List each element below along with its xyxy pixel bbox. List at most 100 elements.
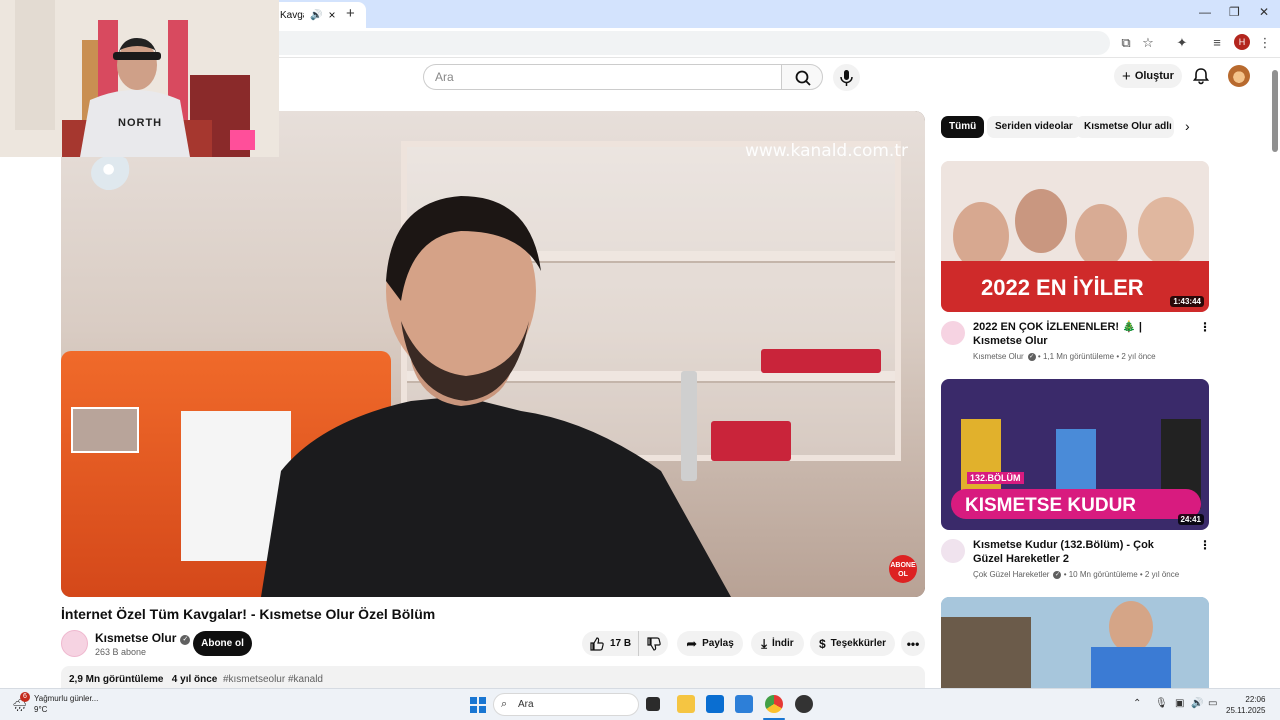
thumbs-down-icon [646, 636, 661, 651]
recommendation-views: 1,1 Mn görüntüleme [1042, 352, 1115, 361]
clock-date: 25.11.2025 [1226, 706, 1266, 715]
more-vertical-icon[interactable]: ⋮ [1199, 538, 1211, 552]
recommendation-channel-avatar[interactable] [941, 321, 965, 345]
like-count: 17 B [609, 638, 632, 649]
subscriber-count: 263 B abone [95, 647, 147, 657]
recommendation-meta: Kısmetse Olur ✓ • 1,1 Mn görüntüleme • 2 … [973, 352, 1156, 361]
file-explorer-icon[interactable] [677, 695, 695, 713]
obs-icon[interactable] [795, 695, 813, 713]
chevron-right-icon[interactable]: › [1185, 118, 1190, 134]
thumbnail-art [941, 597, 1209, 688]
share-icon: ➦ [686, 635, 698, 651]
thumbnail-badge: 132.BÖLÜM [967, 472, 1024, 484]
recommendation-thumbnail[interactable]: 132.BÖLÜM KISMETSE KUDUR 24:41 [941, 379, 1209, 530]
video-player[interactable]: www.kanald.com.tr ABONE OL [61, 111, 925, 597]
more-vertical-icon[interactable]: ⋮ [1199, 320, 1211, 334]
recommendation-thumbnail[interactable] [941, 597, 1209, 688]
recommendation-title[interactable]: Kısmetse Kudur (132.Bölüm) - Çok Güzel H… [973, 538, 1183, 566]
create-button[interactable]: + Oluştur [1114, 64, 1182, 88]
minimize-icon[interactable]: — [1199, 5, 1211, 19]
chrome-icon[interactable] [765, 695, 783, 713]
channel-name-row[interactable]: Kısmetse Olur ✓ [95, 631, 191, 645]
thumbnail-text: 2022 EN İYİLER [981, 275, 1144, 300]
subscribe-button[interactable]: Abone ol [193, 631, 252, 656]
thanks-icon: $ [818, 636, 826, 651]
taskbar-search[interactable]: ⌕ Ara [493, 693, 639, 716]
dislike-button[interactable] [638, 631, 668, 656]
verified-check-icon: ✓ [1027, 353, 1036, 361]
recommendation-views: 10 Mn görüntüleme [1068, 570, 1138, 579]
recommendation-channel[interactable]: Kısmetse Olur [973, 352, 1024, 361]
recommendation-title[interactable]: 2022 EN ÇOK İZLENENLER! 🎄 | Kısmetse Olu… [973, 320, 1183, 348]
recommendation-channel-avatar[interactable] [941, 539, 965, 563]
webcam-shirt-text: NORTH [118, 117, 163, 129]
video-person [261, 196, 731, 597]
webcam-scene [0, 0, 279, 157]
chip-channel-videos[interactable]: Kısmetse Olur adlı yü [1076, 116, 1174, 138]
recommendation-age: 2 yıl önce [1121, 352, 1156, 361]
bookmark-star-icon[interactable]: ☆ [1139, 34, 1157, 52]
video-duration: 24:41 [1177, 514, 1204, 525]
recommendation-age: 2 yıl önce [1144, 570, 1180, 579]
plus-icon: + [1122, 67, 1131, 85]
clock-time: 22:06 [1245, 695, 1266, 704]
profile-avatar[interactable]: H [1234, 34, 1250, 50]
view-count: 2,9 Mn görüntüleme [69, 674, 164, 685]
search-button[interactable] [781, 64, 823, 90]
download-label: İndir [772, 638, 794, 649]
verified-check-icon: ✓ [180, 635, 191, 645]
video-duration: 1:43:44 [1170, 296, 1204, 307]
new-tab-button[interactable]: + [346, 5, 355, 22]
restore-icon[interactable]: ❐ [1229, 5, 1240, 19]
battery-icon[interactable]: ▭ [1208, 698, 1217, 709]
share-button[interactable]: ➦ Paylaş [677, 631, 743, 656]
user-avatar[interactable] [1228, 65, 1250, 87]
thumbnail-text: KISMETSE KUDUR [965, 495, 1137, 516]
chevron-up-icon[interactable]: ⌃ [1133, 698, 1141, 709]
windows-taskbar: 🌧 6 Yağmurlu günler... 9°C ⌕ Ara ⌃ 🎙 ▣ 🔊… [0, 688, 1280, 720]
recommendation-thumbnail[interactable]: 2022 EN İYİLER 1:43:44 [941, 161, 1209, 312]
task-view-icon[interactable] [646, 697, 660, 711]
download-icon: ⤓ [761, 635, 768, 651]
notifications-bell-icon[interactable] [1191, 66, 1211, 86]
channel-name[interactable]: Kısmetse Olur [95, 631, 176, 645]
close-tab-icon[interactable]: × [328, 8, 335, 22]
mail-icon[interactable] [735, 695, 753, 713]
share-label: Paylaş [702, 638, 734, 649]
like-button[interactable]: 17 B [582, 631, 638, 656]
thumbs-up-icon [590, 636, 604, 651]
network-icon[interactable]: ▣ [1175, 698, 1184, 709]
recommendation-meta: Çok Güzel Hareketler ✓ • 10 Mn görüntülem… [973, 570, 1180, 579]
weather-widget[interactable]: Yağmurlu günler... 9°C [34, 693, 98, 715]
channel-avatar[interactable] [61, 630, 88, 657]
microphone-tray-icon[interactable]: 🎙 [1155, 698, 1168, 709]
media-control-icon[interactable]: ≡ [1208, 34, 1226, 52]
thanks-button[interactable]: $ Teşekkürler [810, 631, 895, 656]
volume-icon[interactable]: 🔊 [1191, 698, 1203, 709]
store-icon[interactable] [706, 695, 724, 713]
more-actions-button[interactable]: ••• [901, 631, 925, 656]
extensions-icon[interactable]: ✦ [1173, 34, 1191, 52]
browser-menu-icon[interactable]: ⋮ [1256, 34, 1274, 52]
video-photo [71, 407, 139, 453]
windows-start-icon[interactable] [470, 697, 486, 713]
recommendation-channel[interactable]: Çok Güzel Hareketler [973, 570, 1049, 579]
tab-title: Kavgalar [280, 9, 304, 21]
chip-all[interactable]: Tümü [941, 116, 985, 138]
abone-ol-badge[interactable]: ABONE OL [889, 555, 917, 583]
install-icon[interactable]: ⧉ [1117, 34, 1135, 52]
download-button[interactable]: ⤓ İndir [751, 631, 804, 656]
close-window-icon[interactable]: ✕ [1259, 5, 1269, 19]
speaker-icon[interactable]: 🔊 [310, 10, 322, 21]
chip-series-videos[interactable]: Seriden videolar [987, 116, 1081, 138]
weather-temperature: 9°C [34, 705, 48, 714]
page-scrollbar[interactable] [1271, 60, 1279, 688]
address-field[interactable] [240, 31, 1110, 55]
search-icon [795, 70, 811, 86]
system-clock[interactable]: 22:06 25.11.2025 [1226, 694, 1265, 716]
voice-search-button[interactable] [833, 64, 860, 91]
scrollbar-thumb[interactable] [1272, 70, 1278, 152]
search-input[interactable]: Ara [423, 64, 781, 90]
hashtags[interactable]: #kısmetseolur #kanald [223, 674, 323, 685]
taskbar-search-label: Ara [518, 699, 534, 710]
